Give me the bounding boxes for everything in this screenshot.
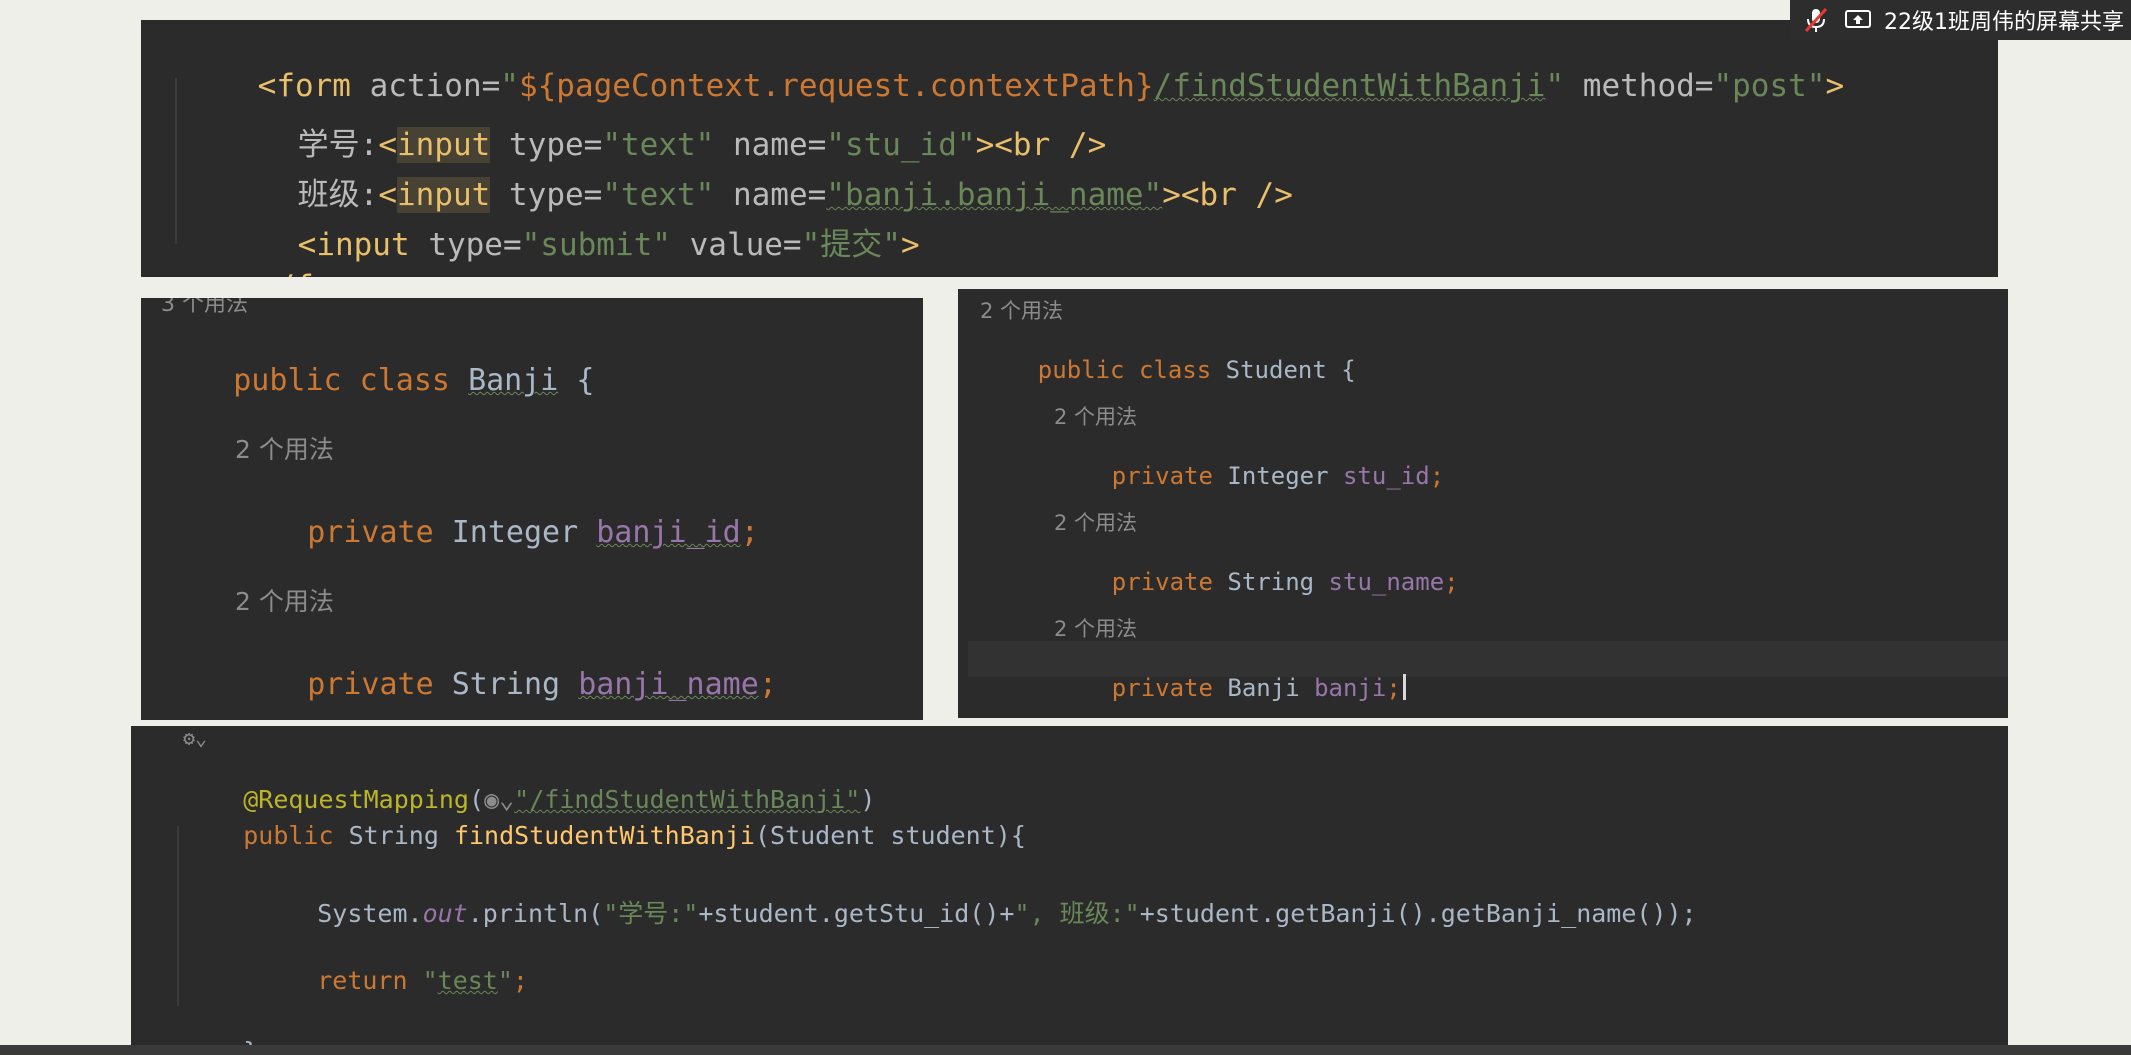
banji-code-panel: 3 个用法 public class Banji { 2 个用法 private… — [141, 298, 923, 720]
token: findStudentWithBanji — [453, 821, 755, 850]
controller-code-panel: ⚙⌄ @RequestMapping(◉⌄"/findStudentWithBa… — [131, 726, 2008, 1045]
form-line-5: </form> — [183, 233, 389, 277]
token: public class — [1037, 356, 1226, 384]
token: ; — [512, 966, 528, 995]
token: > — [1825, 68, 1845, 104]
token: return — [317, 966, 423, 995]
token: stu_name — [1328, 568, 1445, 596]
token: +student.getStu_id()+ — [698, 899, 1015, 928]
form-code-panel: <form action="${pageContext.request.cont… — [141, 20, 1998, 277]
usage-hint: 2 个用法 — [235, 435, 334, 464]
token: private — [307, 515, 452, 550]
token: value= — [670, 227, 802, 263]
gutter-icon: ⚙⌄ — [183, 726, 208, 750]
field-banji-id: private Integer banji_id; — [235, 480, 759, 585]
token: +student.getBanji().getBanji_name()); — [1139, 899, 1697, 928]
student-code-panel: 2 个用法 public class Student { 2 个用法 priva… — [958, 289, 2008, 718]
return-line: return "test"; — [257, 937, 528, 1024]
token: " — [497, 966, 513, 995]
token: out — [422, 899, 468, 928]
token: "学号:" — [603, 899, 699, 928]
token: private — [1111, 674, 1228, 702]
token: public — [243, 821, 349, 850]
indent-guide — [175, 78, 177, 244]
class-name: Banji — [468, 363, 559, 398]
token: method= — [1582, 68, 1714, 104]
token: > — [900, 227, 920, 263]
usage-hint: 2 个用法 — [1054, 511, 1138, 535]
field-banji: private Banji banji; — [1054, 646, 1406, 718]
class-declaration: public class Banji { — [161, 328, 595, 433]
token: System. — [317, 899, 423, 928]
token: "post" — [1713, 68, 1826, 104]
bottom-edge-bar — [0, 1045, 2131, 1055]
token: ><br /> — [1162, 177, 1293, 213]
token: String — [1227, 568, 1329, 596]
mic-muted-icon[interactable] — [1800, 4, 1832, 36]
token: ", 班级:" — [1014, 899, 1140, 928]
token: String — [348, 821, 454, 850]
usage-hint: 3 个用法 — [161, 298, 248, 317]
token: banji_id — [596, 515, 741, 550]
field-stu-name: private String stu_name; — [1054, 540, 1459, 624]
closing-brace: } — [183, 1008, 258, 1045]
token: /findStudentWithBanji — [1153, 68, 1546, 104]
token: } — [243, 1037, 258, 1045]
token: private — [307, 667, 452, 702]
usage-hint: 2 个用法 — [1054, 405, 1138, 429]
usage-hint: 2 个用法 — [980, 299, 1064, 323]
class-declaration: public class Student { — [980, 328, 1356, 412]
token: type= — [428, 227, 522, 263]
token: { — [558, 363, 595, 398]
token: " — [1545, 68, 1583, 104]
token: Integer — [1227, 462, 1343, 490]
token: String — [451, 667, 579, 702]
token: private — [1111, 568, 1228, 596]
token: "提交" — [801, 227, 901, 263]
token: banji — [1314, 674, 1387, 702]
token: ; — [740, 515, 759, 550]
token: test — [437, 966, 498, 995]
token: ; — [1444, 568, 1459, 596]
class-name: Student — [1225, 356, 1327, 384]
token: Banji — [1227, 674, 1315, 702]
token: "submit" — [521, 227, 671, 263]
usage-hint: 2 个用法 — [1054, 617, 1138, 641]
token: { — [1326, 356, 1356, 384]
share-title: 22级1班周伟的屏幕共享 — [1884, 10, 2124, 35]
token: ; — [1429, 462, 1445, 490]
token: Integer — [451, 515, 597, 550]
field-stu-id: private Integer stu_id; — [1054, 434, 1444, 518]
usage-hint: 2 个用法 — [235, 587, 334, 616]
token: .println( — [467, 899, 604, 928]
token: public class — [233, 363, 469, 398]
indent-guide — [177, 826, 179, 1006]
token: stu_id — [1342, 462, 1430, 490]
text-cursor — [1402, 674, 1406, 700]
screen-share-bar[interactable]: 22级1班周伟的屏幕共享 — [1790, 0, 2131, 40]
screen-share-icon[interactable] — [1842, 4, 1874, 36]
token: private — [1111, 462, 1228, 490]
token: ; — [758, 667, 777, 702]
field-banji-name: private String banji_name; — [235, 632, 777, 720]
token: </form> — [258, 269, 389, 277]
token: banji_name — [578, 667, 759, 702]
token: " — [422, 966, 438, 995]
token: (Student student){ — [754, 821, 1026, 850]
token: ; — [1386, 674, 1401, 702]
